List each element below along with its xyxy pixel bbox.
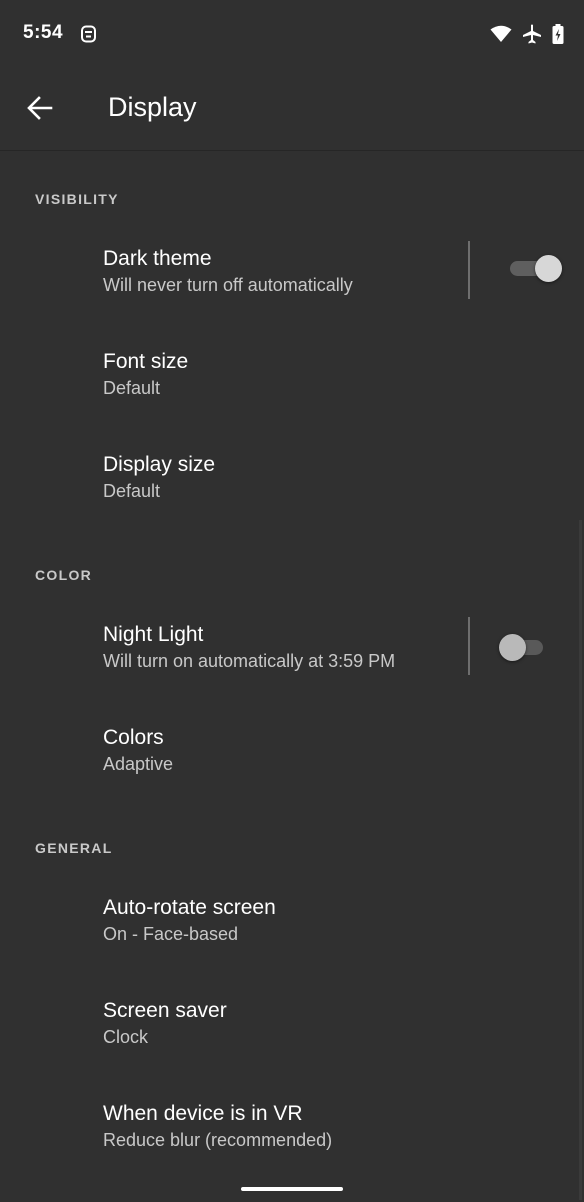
arrow-back-icon — [27, 95, 53, 125]
row-divider — [468, 617, 470, 675]
switch-thumb — [499, 634, 526, 661]
setting-dark-theme[interactable]: Dark theme Will never turn off automatic… — [0, 241, 584, 347]
setting-title: Dark theme — [103, 247, 212, 270]
setting-night-light[interactable]: Night Light Will turn on automatically a… — [0, 617, 584, 723]
row-divider — [468, 241, 470, 299]
setting-colors[interactable]: Colors Adaptive — [0, 726, 584, 826]
section-header-color: COLOR — [35, 567, 93, 583]
setting-title: Font size — [103, 350, 189, 373]
section-header-general: GENERAL — [35, 840, 113, 856]
night-light-switch[interactable] — [499, 632, 549, 662]
wifi-icon — [490, 25, 512, 43]
switch-thumb — [535, 255, 562, 282]
setting-summary: Default — [103, 378, 161, 398]
notification-icon — [80, 25, 97, 45]
setting-summary: Adaptive — [103, 754, 174, 774]
setting-summary: Default — [103, 481, 161, 501]
setting-title: Night Light — [103, 623, 204, 646]
setting-font-size[interactable]: Font size Default — [0, 350, 584, 450]
status-icons — [490, 24, 564, 44]
setting-screen-saver[interactable]: Screen saver Clock — [0, 999, 584, 1099]
back-button[interactable] — [16, 86, 64, 134]
setting-title: Colors — [103, 726, 164, 749]
setting-title: When device is in VR — [103, 1102, 303, 1125]
setting-title: Screen saver — [103, 999, 227, 1022]
setting-auto-rotate[interactable]: Auto-rotate screen On - Face-based — [0, 896, 584, 996]
setting-summary: Clock — [103, 1027, 149, 1047]
setting-title: Auto-rotate screen — [103, 896, 276, 919]
status-bar: 5:54 — [0, 0, 584, 70]
setting-title: Display size — [103, 453, 216, 476]
battery-charging-icon — [552, 24, 564, 44]
setting-display-size[interactable]: Display size Default — [0, 453, 584, 553]
status-time: 5:54 — [23, 22, 64, 43]
page-title: Display — [108, 92, 197, 122]
setting-summary: Will turn on automatically at 3:59 PM — [103, 651, 396, 671]
scrollbar[interactable] — [579, 520, 582, 1200]
dark-theme-switch[interactable] — [508, 253, 562, 283]
setting-summary: On - Face-based — [103, 924, 239, 944]
app-bar: Display — [0, 70, 584, 151]
gesture-nav-handle[interactable] — [241, 1187, 343, 1191]
setting-summary: Reduce blur (recommended) — [103, 1130, 333, 1150]
section-header-visibility: VISIBILITY — [35, 191, 119, 207]
airplane-icon — [522, 24, 542, 44]
setting-summary: Will never turn off automatically — [103, 275, 353, 295]
